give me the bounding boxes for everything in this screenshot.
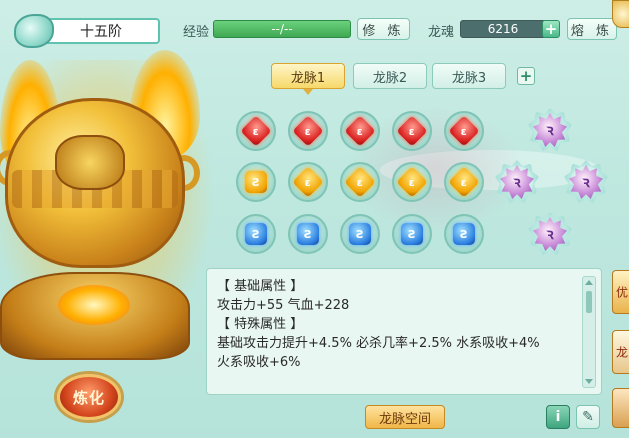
- red-gem-icon: ε: [448, 115, 480, 147]
- red-gem-icon: ε: [344, 115, 376, 147]
- gem-slot-gold-2[interactable]: ε: [288, 162, 328, 202]
- tab-vein-3[interactable]: 龙脉3: [432, 63, 506, 89]
- side-tab-1[interactable]: 优: [612, 270, 629, 314]
- cultivate-button[interactable]: 修 炼: [357, 18, 410, 40]
- gem-slot-red-5[interactable]: ε: [444, 111, 484, 151]
- tab-vein-2[interactable]: 龙脉2: [353, 63, 427, 89]
- dragon-glyph-icon: ꝛ: [582, 173, 590, 191]
- red-gem-icon: ε: [292, 115, 324, 147]
- dragon-emblem-icon: [14, 14, 54, 48]
- dragon-glyph-icon: ꝛ: [513, 173, 521, 191]
- gem-slot-red-2[interactable]: ε: [288, 111, 328, 151]
- dragon-gem-top[interactable]: ꝛ: [528, 108, 572, 152]
- gold-gem-icon: ε: [448, 166, 480, 198]
- exp-value: --/--: [271, 22, 293, 36]
- dragon-gem-bottom[interactable]: ꝛ: [528, 212, 572, 256]
- gold-gem-icon: Ƨ: [245, 171, 267, 193]
- blue-gem-icon: Ƨ: [297, 223, 319, 245]
- side-tab-2[interactable]: 龙: [612, 330, 629, 374]
- gem-slot-gold-3[interactable]: ε: [340, 162, 380, 202]
- exp-label: 经验: [183, 25, 210, 40]
- close-icon[interactable]: [612, 0, 629, 28]
- blue-gem-icon: Ƨ: [349, 223, 371, 245]
- dragon-glyph-icon: ꝛ: [546, 121, 554, 139]
- special-attr-values-1: 基础攻击力提升+4.5% 必杀几率+2.5% 水系吸收+4%: [217, 336, 540, 351]
- gem-slot-gold-5[interactable]: ε: [444, 162, 484, 202]
- special-attr-title: 【 特殊属性 】: [217, 317, 304, 332]
- dragon-gem-left[interactable]: ꝛ: [495, 160, 539, 204]
- cauldron-beast-face: [55, 135, 125, 190]
- exp-progress-bar: --/--: [213, 20, 351, 38]
- gem-slot-blue-3[interactable]: Ƨ: [340, 214, 380, 254]
- fire-orb: [58, 285, 130, 325]
- gem-slot-blue-5[interactable]: Ƨ: [444, 214, 484, 254]
- tab-active-pointer: [303, 89, 313, 95]
- scroll-thumb[interactable]: [586, 291, 592, 313]
- special-attr-values-2: 火系吸收+6%: [217, 355, 301, 370]
- dragon-gem-right[interactable]: ꝛ: [564, 160, 608, 204]
- add-soul-button[interactable]: +: [542, 20, 560, 38]
- base-attr-title: 【 基础属性 】: [217, 279, 304, 294]
- tab-vein-1[interactable]: 龙脉1: [271, 63, 345, 89]
- info-icon[interactable]: i: [546, 405, 570, 429]
- soul-value-box: 6216: [460, 20, 546, 38]
- gold-gem-icon: ε: [344, 166, 376, 198]
- blue-gem-icon: Ƨ: [401, 223, 423, 245]
- soul-value: 6216: [487, 22, 519, 36]
- gold-gem-icon: ε: [396, 166, 428, 198]
- gem-slot-red-4[interactable]: ε: [392, 111, 432, 151]
- side-tab-3[interactable]: [612, 388, 629, 428]
- gem-slot-gold-1[interactable]: Ƨ: [236, 162, 276, 202]
- scroll-up-icon[interactable]: [585, 280, 593, 285]
- gem-slot-red-1[interactable]: ε: [236, 111, 276, 151]
- gold-gem-icon: ε: [292, 166, 324, 198]
- base-attr-values: 攻击力+55 气血+228: [217, 298, 350, 313]
- smelt-button[interactable]: 熔 炼: [567, 18, 617, 40]
- scroll-down-icon[interactable]: [585, 379, 593, 384]
- edit-icon[interactable]: ✎: [576, 405, 600, 429]
- gem-slot-blue-1[interactable]: Ƨ: [236, 214, 276, 254]
- gem-slot-gold-4[interactable]: ε: [392, 162, 432, 202]
- vein-space-button[interactable]: 龙脉空间: [365, 405, 445, 429]
- gem-slot-blue-2[interactable]: Ƨ: [288, 214, 328, 254]
- blue-gem-icon: Ƨ: [453, 223, 475, 245]
- dragon-glyph-icon: ꝛ: [546, 225, 554, 243]
- red-gem-icon: ε: [396, 115, 428, 147]
- rank-text: 十五阶: [80, 24, 122, 40]
- add-tab-button[interactable]: +: [517, 67, 535, 85]
- attribute-panel: 【 基础属性 】 攻击力+55 气血+228 【 特殊属性 】 基础攻击力提升+…: [206, 268, 602, 395]
- blue-gem-icon: Ƨ: [245, 223, 267, 245]
- refine-button[interactable]: 炼化: [57, 374, 121, 420]
- gem-slot-red-3[interactable]: ε: [340, 111, 380, 151]
- soul-label: 龙魂: [428, 25, 455, 40]
- red-gem-icon: ε: [240, 115, 272, 147]
- gem-slot-blue-4[interactable]: Ƨ: [392, 214, 432, 254]
- attribute-scrollbar[interactable]: [582, 276, 596, 388]
